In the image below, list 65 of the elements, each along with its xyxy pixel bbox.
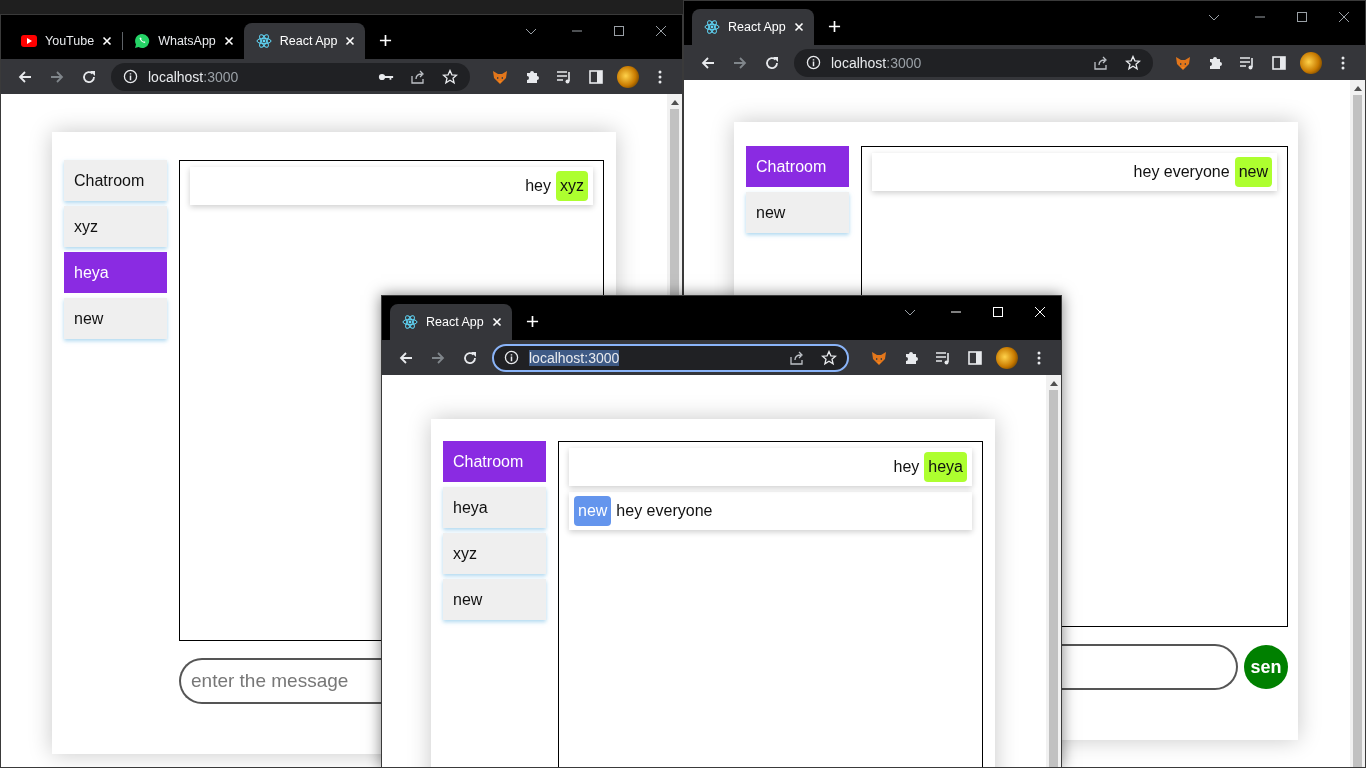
info-icon[interactable] [504,350,519,365]
star-icon[interactable] [1125,54,1141,71]
close-tab-icon[interactable] [345,36,356,46]
avatar-icon[interactable] [617,65,639,88]
url-text: localhost:3000 [831,54,922,71]
message-input[interactable] [1062,644,1238,690]
room-item[interactable]: Chatroom [746,146,849,187]
chat-bubble-icon [134,33,151,49]
address-bar[interactable]: localhost:3000 [492,343,849,372]
new-tab-icon[interactable] [827,20,841,33]
star-icon[interactable] [821,349,837,366]
send-button[interactable]: sen [1244,645,1288,689]
new-tab-icon[interactable] [525,315,539,328]
url-text: localhost:3000 [529,349,620,366]
tab-title: React App [426,315,484,329]
message-text: hey everyone [616,502,713,520]
browser-tab[interactable]: YouTube [9,23,123,59]
tab-title: YouTube [45,34,95,48]
room-item[interactable]: heya [64,252,167,293]
play-icon [21,33,37,49]
star-icon[interactable] [442,68,458,85]
browser-tab[interactable]: WhatsApp [122,23,244,59]
close-tab-icon[interactable] [223,36,234,46]
avatar-icon[interactable] [996,346,1018,369]
scrollbar[interactable] [1350,80,1365,767]
sender-tag: new [574,496,612,526]
sender-tag: new [1234,157,1272,187]
close-tab-icon[interactable] [793,22,804,32]
room-item[interactable]: xyz [64,206,167,247]
tab-title: React App [279,34,338,48]
sender-tag: heya [924,452,967,482]
room-item[interactable]: Chatroom [64,160,167,201]
url-text: localhost:3000 [148,68,239,85]
close-tab-icon[interactable] [491,317,502,327]
room-item[interactable]: new [746,192,849,233]
message-text: hey [893,458,920,476]
tab-title: WhatsApp [158,34,216,48]
address-bar[interactable]: localhost:3000 [794,48,1153,77]
room-item[interactable]: new [443,579,546,620]
scrollbar[interactable] [1046,375,1061,767]
share-icon[interactable] [410,68,426,85]
message-text: hey everyone [1133,163,1230,181]
room-item[interactable]: new [64,298,167,339]
info-icon[interactable] [123,69,138,84]
atom-icon [255,33,272,49]
room-item[interactable]: xyz [443,533,546,574]
atom-icon [704,19,720,35]
close-tab-icon[interactable] [102,36,113,46]
new-tab-icon[interactable] [379,34,393,47]
atom-icon [402,314,418,330]
message-text: hey [525,177,551,195]
sender-tag: xyz [556,171,588,201]
room-item[interactable]: Chatroom [443,441,546,482]
browser-tab[interactable]: React App [390,304,512,340]
scrollbar[interactable] [667,94,682,296]
avatar-icon[interactable] [1300,51,1322,74]
room-item[interactable]: heya [443,487,546,528]
info-icon[interactable] [806,55,821,70]
share-icon[interactable] [1093,54,1109,71]
message-input[interactable]: enter the message [179,658,381,704]
share-icon[interactable] [789,349,805,366]
browser-tab[interactable]: React App [243,23,366,59]
address-bar[interactable]: localhost:3000 [111,62,470,91]
browser-tab[interactable]: React App [692,9,814,45]
tab-title: React App [728,20,786,34]
